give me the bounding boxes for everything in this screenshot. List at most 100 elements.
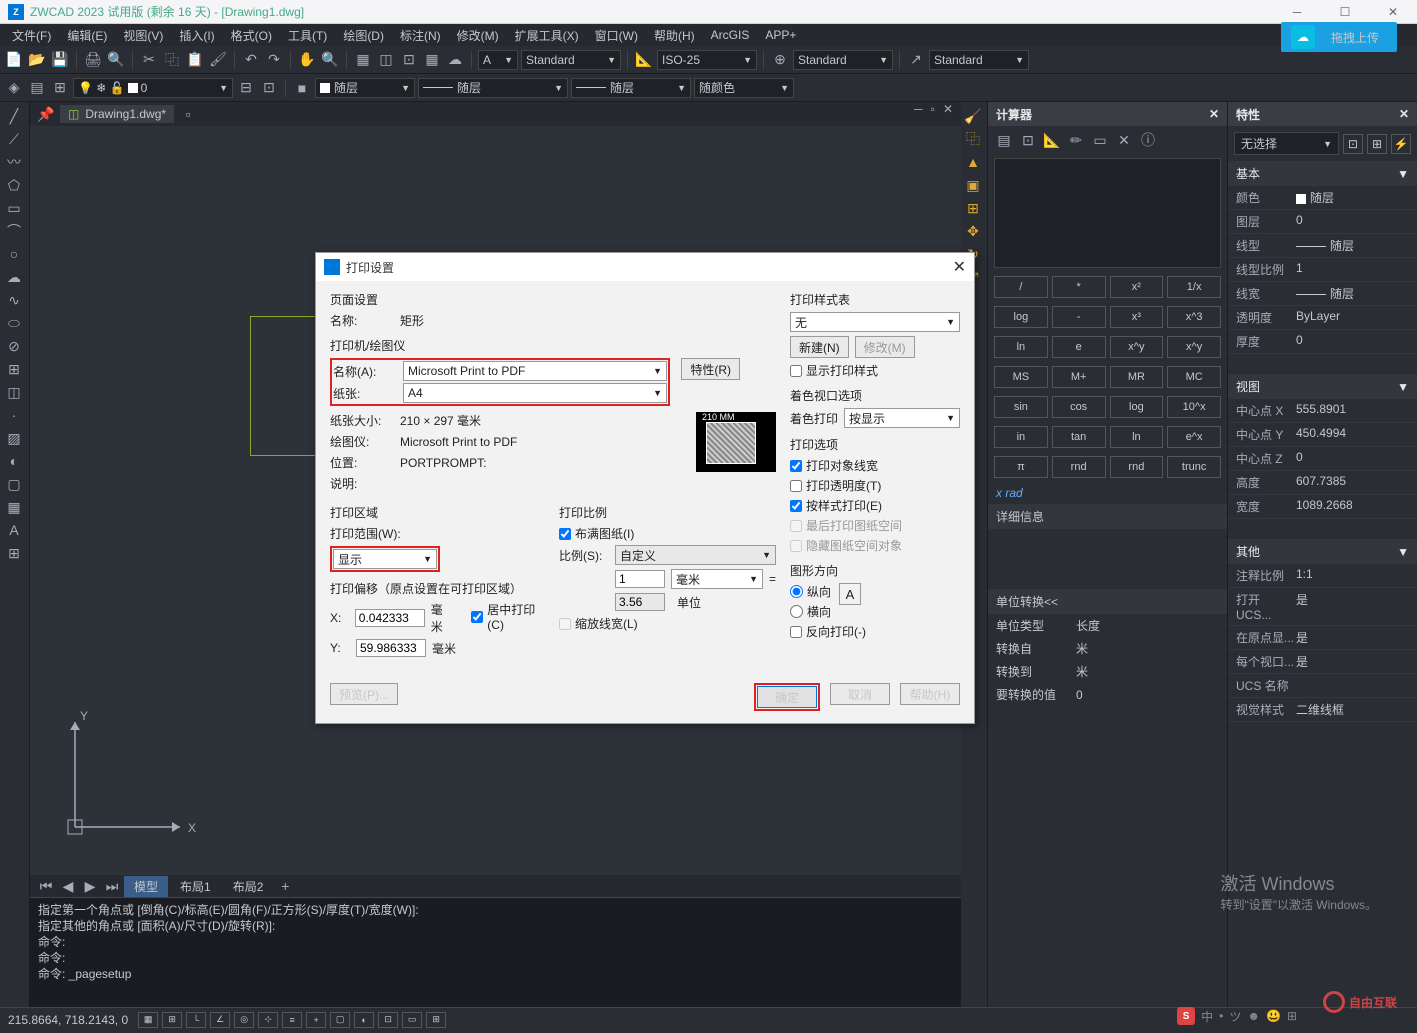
opt-bystyle-checkbox[interactable]: [790, 500, 802, 512]
xline-icon[interactable]: ⟋: [2, 129, 26, 149]
menu-app[interactable]: APP+: [757, 26, 804, 44]
style-combo[interactable]: Standard▼: [521, 50, 621, 70]
layer-state-icon[interactable]: ⊞: [50, 78, 70, 98]
print-range-combo[interactable]: 显示▼: [333, 549, 437, 569]
calc-btn[interactable]: rnd: [1052, 456, 1106, 478]
calc-btn[interactable]: x^3: [1167, 306, 1221, 328]
point-icon[interactable]: ·: [2, 405, 26, 425]
offset-icon[interactable]: ▣: [963, 175, 983, 195]
add-layout-icon[interactable]: +: [275, 876, 295, 896]
menu-dim[interactable]: 标注(N): [392, 25, 449, 46]
region-icon[interactable]: ▢: [2, 474, 26, 494]
printer-props-button[interactable]: 特性(R): [681, 358, 740, 380]
open-icon[interactable]: 📂: [27, 50, 47, 70]
calc-btn[interactable]: MC: [1167, 366, 1221, 388]
calc-ico-3[interactable]: 📐: [1042, 130, 1062, 150]
model-toggle[interactable]: ▢: [330, 1012, 350, 1028]
print-icon[interactable]: 🖨: [83, 50, 103, 70]
color-swatch-icon[interactable]: ■: [292, 78, 312, 98]
dimstyle-combo[interactable]: ISO-25▼: [657, 50, 757, 70]
quickselect-icon[interactable]: ⊡: [1343, 134, 1363, 154]
menu-window[interactable]: 窗口(W): [587, 25, 646, 46]
new-tab-icon[interactable]: ▫: [178, 104, 198, 124]
tablestyle-combo[interactable]: Standard▼: [793, 50, 893, 70]
tab-arrow-first[interactable]: ⏮: [36, 876, 56, 896]
menu-view[interactable]: 视图(V): [115, 25, 171, 46]
calc-btn[interactable]: rnd: [1110, 456, 1164, 478]
arc-icon[interactable]: ⌒: [2, 221, 26, 241]
pin-icon[interactable]: 📌: [36, 104, 56, 124]
opt-transparency-checkbox[interactable]: [790, 480, 802, 492]
calc-btn[interactable]: x³: [1110, 306, 1164, 328]
layer-mgr-icon[interactable]: ◈: [4, 78, 24, 98]
calc-btn[interactable]: M+: [1052, 366, 1106, 388]
polygon-icon[interactable]: ⬠: [2, 175, 26, 195]
compass-icon[interactable]: ⊕: [770, 50, 790, 70]
calc-btn[interactable]: x^y: [1110, 336, 1164, 358]
opt-lineweight-checkbox[interactable]: [790, 460, 802, 472]
new-icon[interactable]: 📄: [4, 50, 24, 70]
doc-restore-icon[interactable]: ▫: [931, 102, 935, 116]
color-combo[interactable]: 随层▼: [315, 78, 415, 98]
dialog-close-icon[interactable]: ✕: [953, 257, 966, 277]
calc-btn[interactable]: 1/x: [1167, 276, 1221, 298]
calc-btn[interactable]: e^x: [1167, 426, 1221, 448]
calc-close-icon[interactable]: ✕: [1209, 107, 1219, 121]
calc-btn[interactable]: MS: [994, 366, 1048, 388]
scale-num-input[interactable]: [615, 570, 665, 588]
copy-obj-icon[interactable]: ⿻: [963, 129, 983, 149]
selectall-icon[interactable]: ⊞: [1367, 134, 1387, 154]
center-print-checkbox[interactable]: [471, 611, 483, 623]
menu-tools[interactable]: 工具(T): [280, 25, 335, 46]
mleader-icon[interactable]: ↗: [906, 50, 926, 70]
linetype-combo[interactable]: 随层▼: [418, 78, 568, 98]
tab-arrow-next[interactable]: ▶: [80, 876, 100, 896]
menu-arcgis[interactable]: ArcGIS: [703, 26, 758, 44]
calc-ico-1[interactable]: ▤: [994, 130, 1014, 150]
section-basic[interactable]: 基本▼: [1228, 161, 1417, 186]
preview-icon[interactable]: 🔍: [106, 50, 126, 70]
osnap-toggle[interactable]: ◎: [234, 1012, 254, 1028]
calc-btn[interactable]: -: [1052, 306, 1106, 328]
tab-arrow-prev[interactable]: ◀: [58, 876, 78, 896]
zoom-icon[interactable]: 🔍: [320, 50, 340, 70]
model-tab[interactable]: 模型: [124, 876, 168, 897]
qp-toggle[interactable]: ▭: [402, 1012, 422, 1028]
cancel-button[interactable]: 取消: [830, 683, 890, 705]
help-button[interactable]: 帮助(H): [900, 683, 960, 705]
ellipse-icon[interactable]: ⬭: [2, 313, 26, 333]
apps-icon[interactable]: ⊞: [2, 543, 26, 563]
calc-btn[interactable]: cos: [1052, 396, 1106, 418]
calc-btn[interactable]: trunc: [1167, 456, 1221, 478]
block-make-icon[interactable]: ◫: [2, 382, 26, 402]
cloud-icon[interactable]: ☁: [445, 50, 465, 70]
landscape-radio[interactable]: [790, 605, 803, 618]
spline-icon[interactable]: ∿: [2, 290, 26, 310]
calc-unit-title[interactable]: 单位转换<<: [988, 589, 1227, 614]
calc-btn[interactable]: π: [994, 456, 1048, 478]
array-icon[interactable]: ⊞: [963, 198, 983, 218]
ellipsearc-icon[interactable]: ⊘: [2, 336, 26, 356]
portrait-radio[interactable]: [790, 585, 803, 598]
revcloud-icon[interactable]: ☁: [2, 267, 26, 287]
reverse-checkbox[interactable]: [790, 626, 802, 638]
menu-file[interactable]: 文件(F): [4, 25, 59, 46]
lineweight-combo[interactable]: 随层▼: [571, 78, 691, 98]
otrack-toggle[interactable]: ⊹: [258, 1012, 278, 1028]
polyline-icon[interactable]: 〰: [2, 152, 26, 172]
calc-btn[interactable]: ln: [994, 336, 1048, 358]
match-icon[interactable]: 🖌: [208, 50, 228, 70]
calc-ico-7[interactable]: ⓘ: [1138, 130, 1158, 150]
calc-btn[interactable]: tan: [1052, 426, 1106, 448]
calc-detail[interactable]: 详细信息: [988, 504, 1227, 529]
calc-btn[interactable]: x²: [1110, 276, 1164, 298]
layout2-tab[interactable]: 布局2: [223, 876, 274, 897]
snap-toggle[interactable]: ▦: [138, 1012, 158, 1028]
cut-icon[interactable]: ✂: [139, 50, 159, 70]
calc-btn[interactable]: MR: [1110, 366, 1164, 388]
layer-prev-icon[interactable]: ⊡: [259, 78, 279, 98]
scale-unit-combo[interactable]: 毫米▼: [671, 569, 763, 589]
props-close-icon[interactable]: ✕: [1399, 107, 1409, 121]
pan-icon[interactable]: ✋: [297, 50, 317, 70]
save-icon[interactable]: 💾: [50, 50, 70, 70]
